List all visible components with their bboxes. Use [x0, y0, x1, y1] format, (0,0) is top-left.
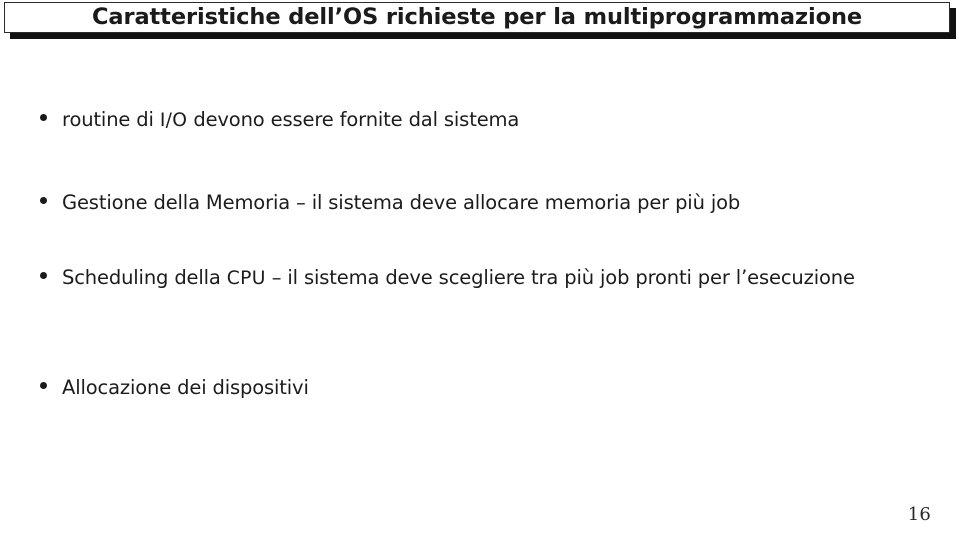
slide-content: routine di I/O devono essere fornite dal…: [0, 33, 959, 533]
list-item: routine di I/O devono essere fornite dal…: [40, 105, 640, 136]
bullet-dot-icon: [40, 382, 47, 389]
page-title: Caratteristiche dell’OS richieste per la…: [91, 3, 863, 30]
acronym-io: I/O: [159, 110, 188, 131]
bullet-dot-icon: [40, 114, 47, 121]
list-item-text: Scheduling della CPU – il sistema deve s…: [62, 263, 926, 294]
list-item-text-pre: Scheduling della: [62, 266, 227, 289]
list-item: Allocazione dei dispositivi: [40, 373, 540, 404]
list-item-text: Gestione della Memoria – il sistema deve…: [62, 188, 926, 219]
list-item-text-pre: Allocazione dei dispositivi: [62, 376, 309, 399]
bullet-dot-icon: [40, 272, 47, 279]
list-item: Gestione della Memoria – il sistema deve…: [40, 188, 926, 219]
list-item-text-pre: routine di: [62, 108, 160, 131]
slide-title-banner: Caratteristiche dell’OS richieste per la…: [4, 2, 950, 33]
list-item: Scheduling della CPU – il sistema deve s…: [40, 263, 926, 294]
acronym-cpu: CPU: [226, 268, 266, 289]
list-item-text-post: – il sistema deve scegliere tra più job …: [265, 266, 855, 289]
list-item-text: Allocazione dei dispositivi: [62, 373, 540, 404]
bullet-dot-icon: [40, 197, 47, 204]
list-item-text-post: devono essere fornite dal sistema: [187, 108, 520, 131]
list-item-text-pre: Gestione della Memoria – il sistema deve…: [62, 191, 741, 214]
page-number: 16: [907, 504, 931, 525]
list-item-text: routine di I/O devono essere fornite dal…: [62, 105, 640, 136]
